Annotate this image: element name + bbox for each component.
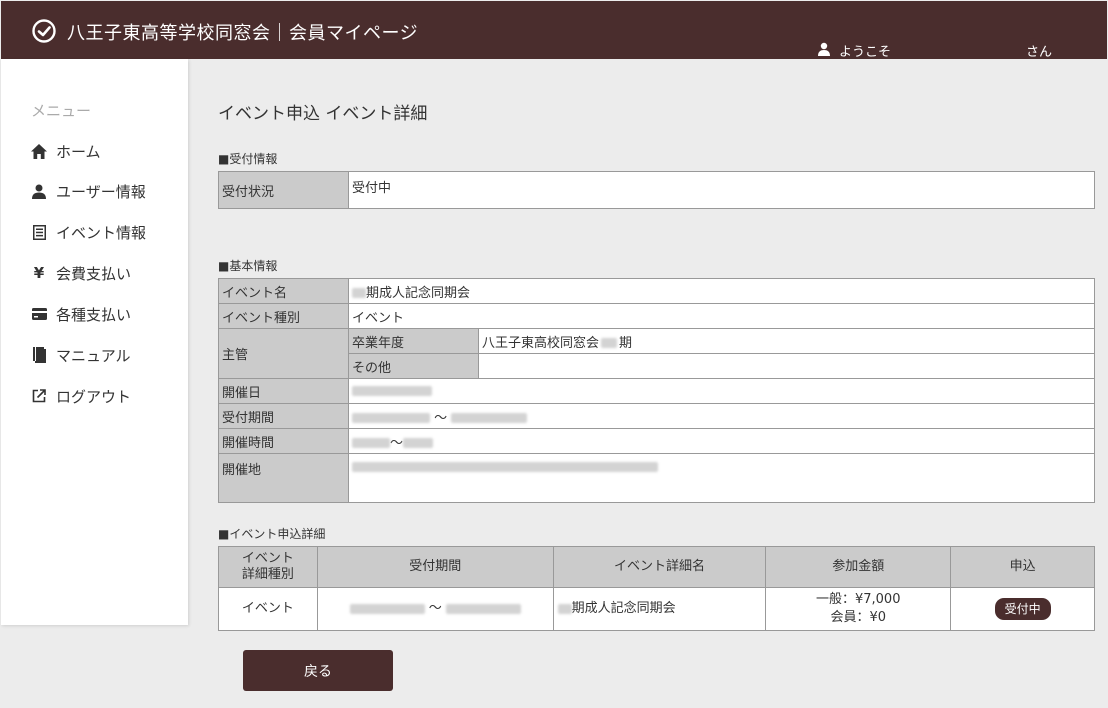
table-header-row: イベント 詳細種別 受付期間 イベント詳細名 参加金額 申込 [218,546,1095,588]
date-value [348,378,1095,404]
venue-label: 開催地 [218,453,349,503]
col-header-period: 受付期間 [316,546,554,588]
home-icon [30,142,48,160]
sidebar-item-label: 会費支払い [56,264,132,283]
detail-name: 期成人記念同期会 [571,601,676,616]
yen-glyph: ¥ [33,263,45,282]
grad-year-prefix: 八王子東高校同窓会 [482,335,600,351]
redacted-text [403,438,434,448]
status-label: 受付状況 [218,171,349,209]
col-header-name: イベント詳細名 [552,546,767,588]
tilde: ～ [434,410,448,426]
list-icon [30,223,48,241]
col-header-type: イベント 詳細種別 [218,546,318,588]
tilde: ～ [390,435,404,451]
sidebar-item-label: ホーム [56,142,101,161]
organizer-label: 主管 [218,328,349,379]
table-row: イベント名 期成人記念同期会 [218,278,1095,304]
sidebar-item-label: イベント情報 [56,223,147,242]
basic-section-title: ■基本情報 [218,259,278,273]
redacted-text [352,288,366,298]
detail-type: イベント [218,587,318,631]
detail-apply: 受付中 [950,587,1095,631]
header-bar: 八王子東高等学校同窓会｜会員マイページ ようこそ さん [1,1,1107,60]
back-button[interactable]: 戻る [243,650,393,691]
table-row: イベント種別 イベント [218,303,1095,329]
reception-section-title: ■受付情報 [218,152,278,166]
table-row: 開催時間 ～ [218,428,1095,454]
sidebar-item-label: 各種支払い [56,305,132,324]
venue-value [348,453,1095,503]
redacted-text [557,603,572,614]
redacted-text [349,603,425,614]
fee-member: 会員：¥0 [830,610,887,625]
event-name-value: 期成人記念同期会 [366,285,471,301]
status-value: 受付中 [348,171,1095,209]
sidebar-item-logout[interactable]: ログアウト [30,384,131,408]
redacted-text [445,603,521,614]
sidebar-item-label: ユーザー情報 [56,182,146,201]
application-detail-table: イベント 詳細種別 受付期間 イベント詳細名 参加金額 申込 イベント ～ 期成… [218,546,1095,631]
detail-section-title: ■イベント申込詳細 [218,527,326,541]
other-label: その他 [348,353,479,379]
sidebar-item-payments[interactable]: 各種支払い [30,302,131,326]
status-badge[interactable]: 受付中 [994,598,1051,620]
basic-info-table: イベント名 期成人記念同期会 イベント種別 イベント 主管 卒業年度 八王子東高… [218,278,1095,503]
time-label: 開催時間 [218,428,349,454]
sidebar-item-label: マニュアル [56,346,131,365]
sidebar-item-manual[interactable]: マニュアル [30,343,131,367]
table-row: 開催地 [218,453,1095,503]
fee-general: 一般：¥7,000 [815,592,901,607]
sidebar-item-label: ログアウト [56,387,132,406]
event-type-label: イベント種別 [218,303,349,329]
detail-period: ～ [316,587,554,631]
tilde: ～ [428,601,442,616]
sidebar-item-event-info[interactable]: イベント情報 [30,220,146,244]
site-title: 八王子東高等学校同窓会｜会員マイページ [67,23,419,44]
table-row: 主管 卒業年度 八王子東高校同窓会 期 [218,328,1095,379]
sidebar-item-membership-fee[interactable]: ¥ 会費支払い [30,261,131,285]
welcome-text: ようこそ [839,45,892,60]
period-label: 受付期間 [218,403,349,429]
menu-title: メニュー [31,102,92,120]
sidebar: メニュー ホーム ユーザー情報 イベント情報 ¥ 会費支払い 各種支払い マニュ… [1,59,188,625]
grad-year-label: 卒業年度 [348,328,479,354]
sidebar-item-home[interactable]: ホーム [30,139,101,163]
yen-icon: ¥ [30,264,48,282]
detail-fee: 一般：¥7,000 会員：¥0 [765,587,952,631]
sidebar-item-user-info[interactable]: ユーザー情報 [30,179,146,203]
check-circle-icon [32,19,56,43]
grad-year-suffix: 期 [619,335,633,351]
page-title: イベント申込 イベント詳細 [218,104,428,124]
logout-icon [30,387,48,405]
user-icon [818,42,830,56]
redacted-text [451,413,528,423]
grad-year-cell: 八王子東高校同窓会 期 [478,328,1095,354]
redacted-text [352,386,432,396]
time-value: ～ [348,428,1095,454]
date-label: 開催日 [218,378,349,404]
other-value [478,353,1095,379]
col-header-apply: 申込 [950,546,1095,588]
table-row: 開催日 [218,378,1095,404]
redacted-text [352,438,390,448]
reception-table: 受付状況 受付中 [218,171,1095,209]
table-row: 受付期間 ～ [218,403,1095,429]
book-icon [30,346,48,364]
detail-name-cell: 期成人記念同期会 [552,587,767,631]
table-row: イベント ～ 期成人記念同期会 一般：¥7,000 会員：¥0 受付中 [218,587,1095,631]
user-suffix: さん [1026,45,1053,60]
event-name-cell: 期成人記念同期会 [348,278,1095,304]
col-header-fee: 参加金額 [765,546,952,588]
table-row: その他 [219,353,1095,379]
event-type-value: イベント [348,303,1095,329]
event-name-label: イベント名 [218,278,349,304]
period-value: ～ [348,403,1095,429]
redacted-text [352,461,658,472]
table-row: 受付状況 受付中 [218,171,1095,209]
user-icon [30,182,48,200]
redacted-text [352,413,430,423]
card-icon [30,305,48,323]
redacted-text [601,338,618,348]
